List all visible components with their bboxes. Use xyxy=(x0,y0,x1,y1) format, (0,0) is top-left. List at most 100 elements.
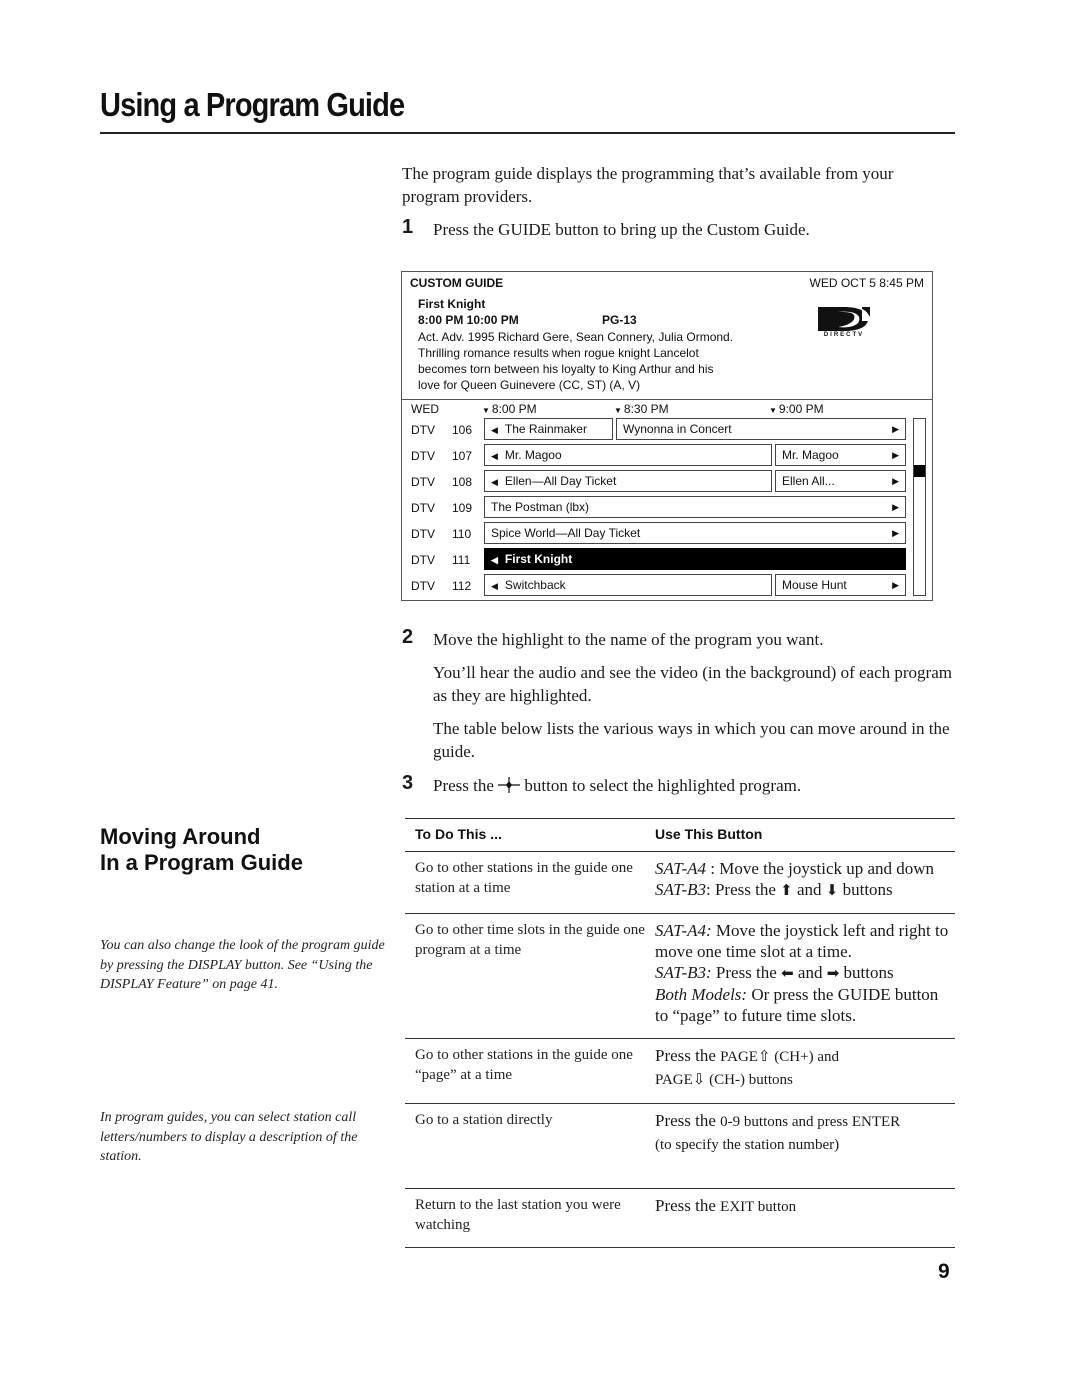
program-cell-selected[interactable]: ◀ First Knight xyxy=(484,548,906,570)
table-row: Go to other time slots in the guide one … xyxy=(405,913,955,1039)
column-header: To Do This ... xyxy=(405,818,645,852)
up-arrow-icon: ⬆ xyxy=(780,881,793,899)
action-cell: Go to other time slots in the guide one … xyxy=(405,913,645,1039)
channel-number[interactable]: 108 xyxy=(452,475,472,489)
program-title: First Knight xyxy=(504,552,573,566)
button-cell: SAT-A4: Move the joystick left and right… xyxy=(645,913,955,1039)
sidebar-note: In program guides, you can select statio… xyxy=(100,1110,358,1164)
later-arrow-icon: ▶ xyxy=(892,424,899,434)
button-cell: Press the 0-9 buttons and press ENTER (t… xyxy=(645,1103,955,1189)
time-marker-icon: ▼ xyxy=(482,406,490,415)
step-text: Move the highlight to the name of the pr… xyxy=(433,630,824,649)
channel-call-letters[interactable]: DTV xyxy=(411,475,435,489)
page-down-icon: ⇩ xyxy=(692,1070,706,1088)
sidebar-note: You can also change the look of the prog… xyxy=(100,938,385,992)
time-slot: ▼ 8:00 PM xyxy=(482,402,537,416)
guide-scrollbar[interactable] xyxy=(913,418,926,596)
program-title: Ellen All... xyxy=(782,474,835,488)
section-heading: Moving Around In a Program Guide xyxy=(100,824,303,875)
later-arrow-icon: ▶ xyxy=(892,502,899,512)
program-cell[interactable]: ◀ Ellen—All Day Ticket xyxy=(484,470,772,492)
channel-call-letters[interactable]: DTV xyxy=(411,501,435,515)
later-arrow-icon: ▶ xyxy=(892,450,899,460)
program-description: Act. Adv. 1995 Richard Gere, Sean Conner… xyxy=(418,330,734,392)
time-slot: ▼ 8:30 PM xyxy=(614,402,669,416)
intro-paragraph: The program guide displays the programmi… xyxy=(402,164,894,206)
program-cell[interactable]: ◀ Mr. Magoo xyxy=(484,444,772,466)
step-subparagraph: You’ll hear the audio and see the video … xyxy=(433,663,952,705)
program-cell[interactable]: Wynonna in Concert ▶ xyxy=(616,418,906,440)
channel-row: DTV 112 ◀ Switchback Mouse Hunt ▶ xyxy=(402,574,932,598)
step-1: 1 Press the GUIDE button to bring up the… xyxy=(402,216,962,241)
step-number: 1 xyxy=(402,216,414,238)
program-cell[interactable]: Mr. Magoo ▶ xyxy=(775,444,906,466)
button-cell: Press the PAGE⇧ (CH+) and PAGE⇩ (CH-) bu… xyxy=(645,1038,955,1104)
step-2: 2 Move the highlight to the name of the … xyxy=(402,626,962,763)
channel-number[interactable]: 106 xyxy=(452,423,472,437)
guide-datetime: WED OCT 5 8:45 PM xyxy=(809,276,924,290)
page-up-icon: ⇧ xyxy=(757,1047,771,1065)
earlier-arrow-icon: ◀ xyxy=(491,451,498,461)
day-label: WED xyxy=(411,402,439,416)
earlier-arrow-icon: ◀ xyxy=(491,581,498,591)
program-title: Switchback xyxy=(504,578,566,592)
step-number: 3 xyxy=(402,772,414,794)
program-title: Ellen—All Day Ticket xyxy=(504,474,617,488)
step-number: 2 xyxy=(402,626,414,648)
custom-guide-screen: CUSTOM GUIDE WED OCT 5 8:45 PM First Kni… xyxy=(401,271,933,601)
channel-call-letters[interactable]: DTV xyxy=(411,527,435,541)
program-title: The Postman (lbx) xyxy=(491,500,590,514)
time-slot: ▼ 9:00 PM xyxy=(769,402,824,416)
program-cell[interactable]: Ellen All... ▶ xyxy=(775,470,906,492)
channel-call-letters[interactable]: DTV xyxy=(411,449,435,463)
program-cell[interactable]: ◀ Switchback xyxy=(484,574,772,596)
table-row: Go to a station directly Press the 0-9 b… xyxy=(405,1103,955,1189)
scrollbar-thumb[interactable] xyxy=(914,465,925,477)
channel-number[interactable]: 107 xyxy=(452,449,472,463)
program-rating: PG-13 xyxy=(602,313,637,327)
table-row: Go to other stations in the guide one st… xyxy=(405,851,955,914)
channel-call-letters[interactable]: DTV xyxy=(411,579,435,593)
action-cell: Go to other stations in the guide one st… xyxy=(405,851,645,914)
right-arrow-icon: ➡ xyxy=(826,964,840,982)
channel-number[interactable]: 110 xyxy=(452,527,471,541)
table-row: Return to the last station you were watc… xyxy=(405,1188,955,1248)
channel-call-letters[interactable]: DTV xyxy=(411,553,435,567)
channel-row: DTV 110 Spice World—All Day Ticket ▶ xyxy=(402,522,932,546)
program-title: The Rainmaker xyxy=(504,422,587,436)
step-subparagraph: The table below lists the various ways i… xyxy=(433,719,950,761)
program-title: Mr. Magoo xyxy=(504,448,562,462)
program-cell[interactable]: ◀ The Rainmaker xyxy=(484,418,613,440)
channel-number[interactable]: 109 xyxy=(452,501,472,515)
program-times: 8:00 PM 10:00 PM xyxy=(418,313,519,327)
earlier-arrow-icon: ◀ xyxy=(491,425,498,435)
later-arrow-icon: ▶ xyxy=(892,580,899,590)
program-cell[interactable]: Spice World—All Day Ticket ▶ xyxy=(484,522,906,544)
program-cell[interactable]: The Postman (lbx) ▶ xyxy=(484,496,906,518)
step-3: 3 Press the button to select the highlig… xyxy=(402,772,802,795)
step-text: Press the GUIDE button to bring up the C… xyxy=(433,220,810,239)
channel-row: DTV 106 ◀ The Rainmaker Wynonna in Concert ▶ xyxy=(402,418,932,442)
down-arrow-icon: ⬇ xyxy=(825,881,839,899)
time-marker-icon: ▼ xyxy=(769,406,777,415)
earlier-arrow-icon: ◀ xyxy=(491,555,498,565)
channel-number[interactable]: 112 xyxy=(452,579,471,593)
directv-logo-text: DIRECTV xyxy=(823,332,865,338)
earlier-arrow-icon: ◀ xyxy=(491,477,498,487)
action-cell: Go to other stations in the guide one “p… xyxy=(405,1038,645,1104)
program-title: Mr. Magoo xyxy=(782,448,839,462)
column-header: Use This Button xyxy=(645,818,955,852)
directv-logo: DIRECTV xyxy=(815,307,873,343)
channel-row: DTV 108 ◀ Ellen—All Day Ticket Ellen All... ▶ xyxy=(402,470,932,494)
channel-number[interactable]: 111 xyxy=(452,553,470,567)
action-cell: Go to a station directly xyxy=(405,1103,645,1189)
title-rule xyxy=(100,132,955,134)
program-cell[interactable]: Mouse Hunt ▶ xyxy=(775,574,906,596)
channel-row: DTV 109 The Postman (lbx) ▶ xyxy=(402,496,932,520)
select-crosshair-icon xyxy=(498,777,521,793)
directv-logo-icon xyxy=(818,307,870,331)
channel-call-letters[interactable]: DTV xyxy=(411,423,435,437)
page-title: Using a Program Guide xyxy=(100,86,405,123)
program-title: Spice World—All Day Ticket xyxy=(491,526,641,540)
button-cell: SAT-A4 : Move the joystick up and down S… xyxy=(645,851,955,914)
